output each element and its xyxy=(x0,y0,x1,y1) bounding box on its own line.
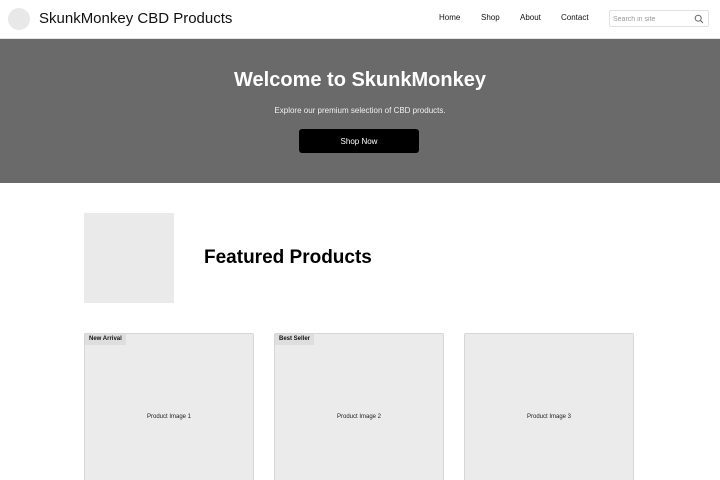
product-card[interactable]: Best Seller Product Image 2 xyxy=(274,333,444,480)
product-image-label: Product Image 3 xyxy=(526,414,572,420)
product-badge: Best Seller xyxy=(275,334,315,345)
hero-subtitle: Explore our premium selection of CBD pro… xyxy=(274,106,446,115)
hero-title: Welcome to SkunkMonkey xyxy=(234,69,486,91)
site-header: SkunkMonkey CBD Products Home Shop About… xyxy=(0,0,720,39)
nav-contact-link[interactable]: Contact xyxy=(561,13,589,22)
shop-now-button[interactable]: Shop Now xyxy=(299,129,419,153)
product-image-label: Product Image 1 xyxy=(146,414,192,420)
nav-home-link[interactable]: Home xyxy=(439,13,460,22)
featured-products-heading: Featured Products xyxy=(204,247,372,268)
search-box xyxy=(609,10,709,27)
hero-banner: Welcome to SkunkMonkey Explore our premi… xyxy=(0,39,720,183)
nav-shop-link[interactable]: Shop xyxy=(481,13,500,22)
product-badge: New Arrival xyxy=(85,334,126,345)
search-input[interactable] xyxy=(613,13,693,25)
product-card[interactable]: Product Image 3 xyxy=(464,333,634,480)
search-icon[interactable] xyxy=(694,14,704,24)
featured-image-placeholder xyxy=(84,213,174,303)
nav-about-link[interactable]: About xyxy=(520,13,541,22)
product-image-label: Product Image 2 xyxy=(336,414,382,420)
product-card[interactable]: New Arrival Product Image 1 xyxy=(84,333,254,480)
